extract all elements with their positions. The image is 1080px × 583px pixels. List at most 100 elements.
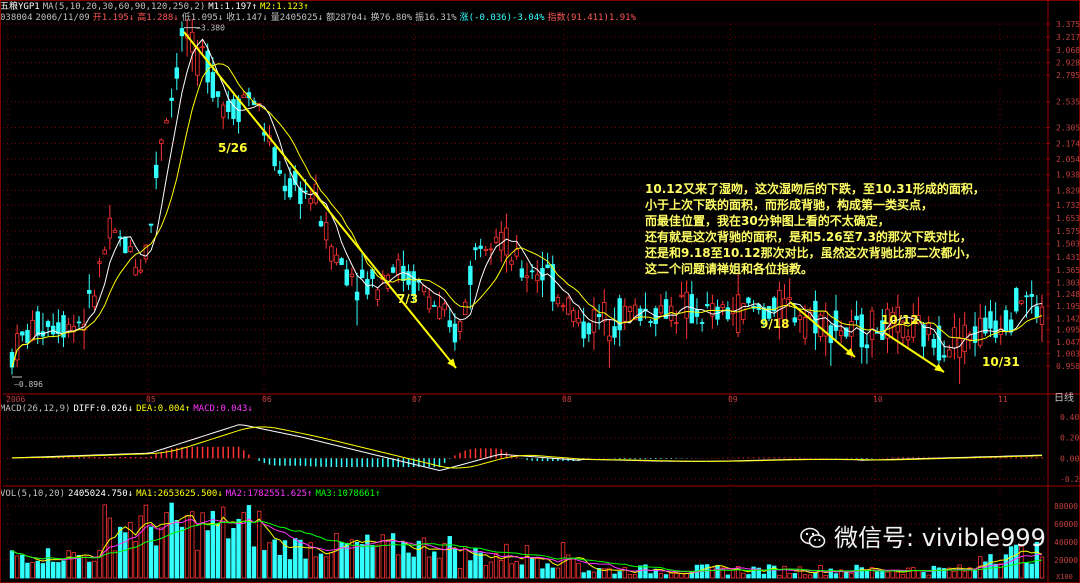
candle-down [210,72,216,98]
volume-bar-up [782,565,787,579]
volume-bar-down [715,565,720,579]
candle-down [936,325,942,361]
annotation-7-3: 7/3 [397,292,419,306]
candle-down [792,317,797,323]
low-label: —0.896 [14,380,43,389]
volume-bar-up [802,574,808,579]
volume-bar-down [519,564,525,579]
volume-bar-up [462,546,468,579]
candle-down [529,270,535,273]
candle-up [396,259,401,276]
candle-down [35,311,40,336]
candle-down [365,279,370,295]
candle-down [931,338,937,348]
candle-down [617,298,622,331]
vol-unit-label: X100 [1056,573,1073,581]
candle-up [112,229,118,233]
candle-down [318,220,324,227]
candle-up [674,322,679,325]
volume-bar-down [87,561,92,579]
volume-bar-down [287,559,293,579]
candle-up [241,94,246,98]
candle-up [14,333,20,361]
price-tick-label: 1.431 [1056,253,1080,262]
volume-bar-up [426,556,432,579]
volume-bar-down [1029,563,1034,579]
volume-bar-down [231,528,236,579]
volume-bar-up [164,512,169,579]
volume-bar-up [323,556,329,579]
vol-tick-label: 40000 [1054,538,1078,547]
candle-down [25,329,30,344]
volume-bar-down [117,526,123,579]
volume-bar-down [468,560,473,579]
candle-down [612,326,617,338]
volume-bar-down [864,570,870,579]
volume-bar-down [875,571,880,579]
candle-down [9,351,15,368]
candle-up [107,217,113,239]
trend-arrow-10-12-head [934,363,944,372]
candle-up [720,304,725,308]
candle-up [200,46,205,49]
volume-bar-up [571,558,576,579]
macd-tick-label: 0.20 [1060,434,1079,443]
candle-up [849,321,854,337]
candle-down [153,164,159,179]
candle-down [45,321,51,328]
volume-bar-down [272,539,277,579]
volume-bar-down [416,540,422,579]
candle-down [231,99,236,119]
candle-down [581,321,586,339]
price-tick-label: 1.575 [1056,227,1080,236]
note-line: 而最佳位置，我在30分钟图上看的不太确定， [645,214,890,228]
volume-bar-up [112,550,118,579]
volume-bar-down [638,565,643,579]
candle-down [215,91,221,97]
candle-up [308,198,313,204]
volume-bar-down [936,567,942,579]
volume-bar-up [900,574,906,579]
volume-bar-down [406,552,411,579]
note-line: 小于上次下跌的面积，而形成背驰，构成第一类买点， [645,198,934,212]
volume-bar-down [478,552,483,579]
volume-bar-down [210,511,216,579]
volume-bar-up [710,566,715,579]
candle-up [329,246,334,262]
volume-bar-up [777,574,782,579]
candle-down [545,264,550,268]
volume-bar-down [293,538,298,579]
candle-down [596,313,602,318]
candle-up [375,289,380,300]
wechat-icon [800,527,826,548]
candle-up [66,323,71,332]
volume-bar-down [746,574,751,579]
volume-bar-down [123,532,128,579]
candle-down [689,294,694,324]
volume-bar-down [205,530,210,579]
x-tick-label: 2006 [6,395,25,404]
volume-bar-down [833,573,839,579]
volume-bar-up [329,552,334,579]
annotation-10-31: 10/31 [982,355,1020,369]
candle-up [195,47,200,76]
note-line: 还有就是这次背驰的面积，是和5.26至7.3的那次下跌对比， [645,230,972,244]
volume-bar-up [66,550,71,579]
candle-down [339,258,344,265]
volume-bar-down [813,572,818,579]
candle-down [993,320,998,338]
candle-down [390,267,396,273]
price-tick-label: 1.938 [1056,171,1080,180]
kline-chart[interactable]: 3.375 3.217 3.068 2.928 2.795 2.535 2.305 2.174… [0,0,1080,583]
volume-bar-up [14,555,20,579]
candle-up [797,315,803,320]
volume-bar-up [483,564,488,579]
candle-up [622,305,628,322]
candle-up [926,322,931,335]
candle-up [128,246,133,253]
candle-up [504,227,509,256]
volume-bar-up [524,545,530,579]
macd-tick-label: 0.40 [1060,413,1079,422]
watermark-text: 微信号: vivible999 [834,524,1046,552]
volume-bar-up [797,566,803,579]
